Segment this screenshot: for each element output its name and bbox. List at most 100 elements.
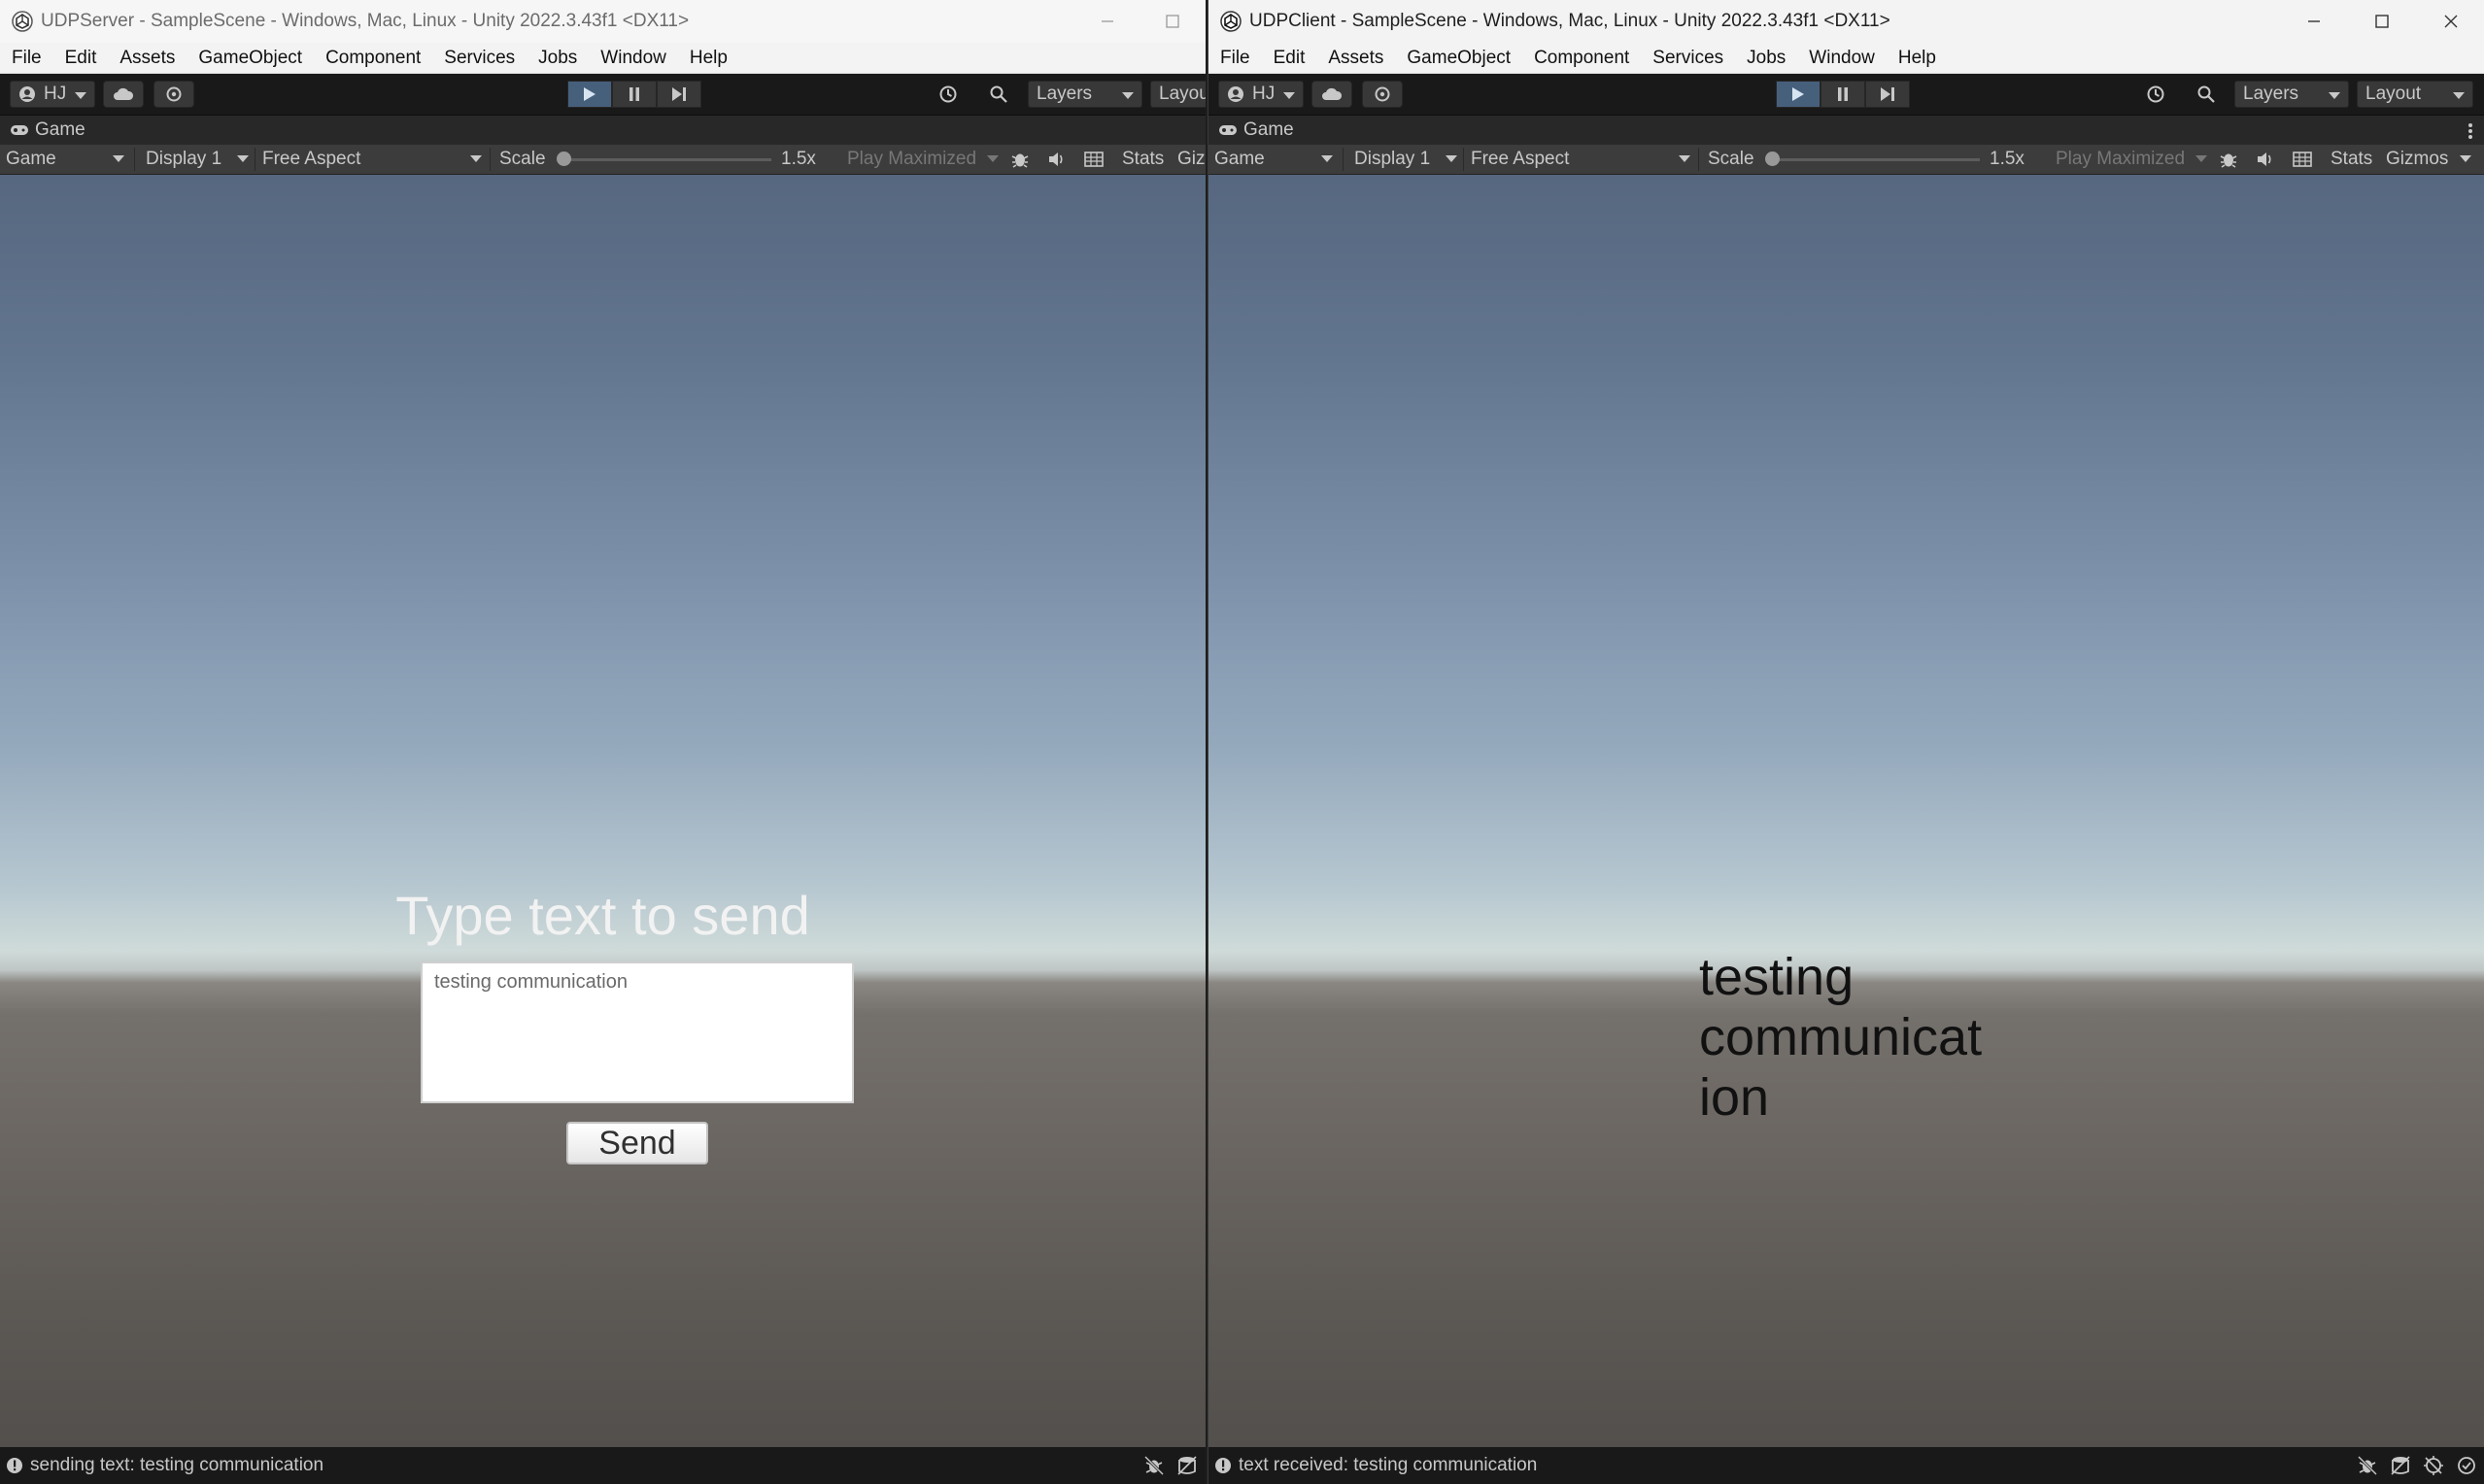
- account-dropdown[interactable]: HJ: [1218, 81, 1304, 108]
- menu-assets[interactable]: Assets: [108, 48, 187, 69]
- client-menubar: File Edit Assets GameObject Component Se…: [1208, 43, 2484, 74]
- chevron-down-icon: [2195, 155, 2207, 162]
- cloud-button[interactable]: [103, 81, 144, 108]
- cache-server-icon[interactable]: [1176, 1455, 1198, 1476]
- close-button[interactable]: [2417, 0, 2484, 43]
- layout-dropdown[interactable]: Layout: [2357, 81, 2473, 108]
- cloud-button[interactable]: [1311, 81, 1352, 108]
- chevron-down-icon: [1283, 92, 1295, 99]
- display-dropdown[interactable]: Display 1: [146, 145, 251, 174]
- gizmos-toggle[interactable]: Giz: [1177, 145, 1206, 174]
- account-dropdown[interactable]: HJ: [10, 81, 95, 108]
- cache-server-icon[interactable]: [2390, 1455, 2411, 1476]
- history-button[interactable]: [2135, 81, 2176, 108]
- maximize-button[interactable]: [1139, 0, 1206, 43]
- game-mode-dropdown[interactable]: Game: [6, 145, 126, 174]
- play-maximized-label: Play Maximized: [847, 149, 977, 169]
- debug-toggle[interactable]: [2219, 145, 2238, 174]
- menu-gameobject[interactable]: GameObject: [187, 48, 314, 69]
- search-button[interactable]: [978, 81, 1019, 108]
- collab-button[interactable]: [1362, 81, 1403, 108]
- bug-icon: [1011, 153, 1029, 168]
- gizmos-dropdown[interactable]: Gizmos: [2386, 145, 2471, 174]
- layers-dropdown[interactable]: Layers: [2234, 81, 2349, 108]
- game-mode-dropdown[interactable]: Game: [1214, 145, 1335, 174]
- maximize-button[interactable]: [2348, 0, 2416, 43]
- separator: [134, 148, 135, 171]
- menu-services[interactable]: Services: [1641, 48, 1735, 69]
- collab-button[interactable]: [153, 81, 194, 108]
- window-title: UDPServer - SampleScene - Windows, Mac, …: [41, 11, 690, 31]
- status-message[interactable]: text received: testing communication: [1239, 1455, 1537, 1476]
- scale-slider-knob[interactable]: [557, 152, 571, 166]
- check-circle-icon[interactable]: [2456, 1455, 2477, 1476]
- debug-off-icon[interactable]: [2357, 1455, 2378, 1476]
- aspect-dropdown[interactable]: Free Aspect: [262, 145, 484, 174]
- menu-file[interactable]: File: [1208, 48, 1262, 69]
- menu-gameobject[interactable]: GameObject: [1395, 48, 1522, 69]
- minimize-button[interactable]: [1073, 0, 1141, 43]
- client-titlebar[interactable]: UDPClient - SampleScene - Windows, Mac, …: [1208, 0, 2484, 43]
- menu-window[interactable]: Window: [589, 48, 678, 69]
- status-message[interactable]: sending text: testing communication: [30, 1455, 323, 1476]
- aspect-dropdown[interactable]: Free Aspect: [1471, 145, 1692, 174]
- menu-help[interactable]: Help: [1887, 48, 1948, 69]
- server-window: UDPServer - SampleScene - Windows, Mac, …: [0, 0, 1206, 1484]
- layout-label: Layout: [2365, 84, 2422, 104]
- grid-toggle[interactable]: [2293, 145, 2312, 174]
- play-maximized-dropdown[interactable]: Play Maximized: [847, 145, 999, 174]
- menu-services[interactable]: Services: [432, 48, 527, 69]
- menu-component[interactable]: Component: [314, 48, 432, 69]
- play-button[interactable]: [1776, 81, 1820, 108]
- scale-slider-knob[interactable]: [1765, 152, 1780, 166]
- search-button[interactable]: [2186, 81, 2227, 108]
- scale-value: 1.5x: [781, 149, 816, 169]
- scale-slider[interactable]: [561, 158, 771, 161]
- step-button[interactable]: [657, 81, 701, 108]
- send-button[interactable]: Send: [566, 1122, 708, 1164]
- play-button[interactable]: [567, 81, 612, 108]
- mute-audio-toggle[interactable]: [2256, 145, 2275, 174]
- menu-edit[interactable]: Edit: [1262, 48, 1317, 69]
- menu-window[interactable]: Window: [1797, 48, 1887, 69]
- scale-slider[interactable]: [1770, 158, 1980, 161]
- menu-assets[interactable]: Assets: [1316, 48, 1395, 69]
- play-controls: [567, 81, 701, 108]
- layers-dropdown[interactable]: Layers: [1028, 81, 1142, 108]
- menu-jobs[interactable]: Jobs: [1735, 48, 1797, 69]
- debug-toggle[interactable]: [1010, 145, 1030, 174]
- gamepad-icon: [1219, 125, 1237, 135]
- status-icons: [2357, 1447, 2477, 1484]
- tab-game[interactable]: Game: [35, 119, 85, 141]
- play-maximized-dropdown[interactable]: Play Maximized: [2056, 145, 2207, 174]
- auto-generate-lighting-icon[interactable]: [2423, 1455, 2444, 1476]
- grid-toggle[interactable]: [1084, 145, 1104, 174]
- cloud-icon: [114, 87, 134, 100]
- stats-toggle[interactable]: Stats: [1122, 145, 1164, 174]
- menu-help[interactable]: Help: [678, 48, 739, 69]
- minimize-icon: [2308, 20, 2320, 22]
- menu-edit[interactable]: Edit: [53, 48, 109, 69]
- play-icon: [1792, 87, 1804, 101]
- menu-jobs[interactable]: Jobs: [527, 48, 589, 69]
- tab-game[interactable]: Game: [1243, 119, 1294, 141]
- kebab-menu-icon[interactable]: [2467, 122, 2473, 140]
- separator: [490, 148, 491, 171]
- mute-audio-toggle[interactable]: [1047, 145, 1067, 174]
- message-input[interactable]: testing communication: [421, 961, 854, 1103]
- aspect-label: Free Aspect: [262, 149, 361, 169]
- display-dropdown[interactable]: Display 1: [1354, 145, 1459, 174]
- step-button[interactable]: [1865, 81, 1910, 108]
- pause-button[interactable]: [612, 81, 657, 108]
- game-view-toolbar: Game Display 1 Free Aspect Scale 1.5x Pl…: [0, 145, 1206, 175]
- menu-component[interactable]: Component: [1522, 48, 1641, 69]
- layout-dropdown[interactable]: Layout: [1150, 81, 1206, 108]
- minimize-button[interactable]: [2280, 0, 2348, 43]
- stats-toggle[interactable]: Stats: [2331, 145, 2372, 174]
- client-window: UDPClient - SampleScene - Windows, Mac, …: [1208, 0, 2484, 1484]
- pause-button[interactable]: [1820, 81, 1865, 108]
- server-titlebar[interactable]: UDPServer - SampleScene - Windows, Mac, …: [0, 0, 1206, 43]
- debug-off-icon[interactable]: [1143, 1455, 1165, 1476]
- history-button[interactable]: [928, 81, 969, 108]
- menu-file[interactable]: File: [0, 48, 53, 69]
